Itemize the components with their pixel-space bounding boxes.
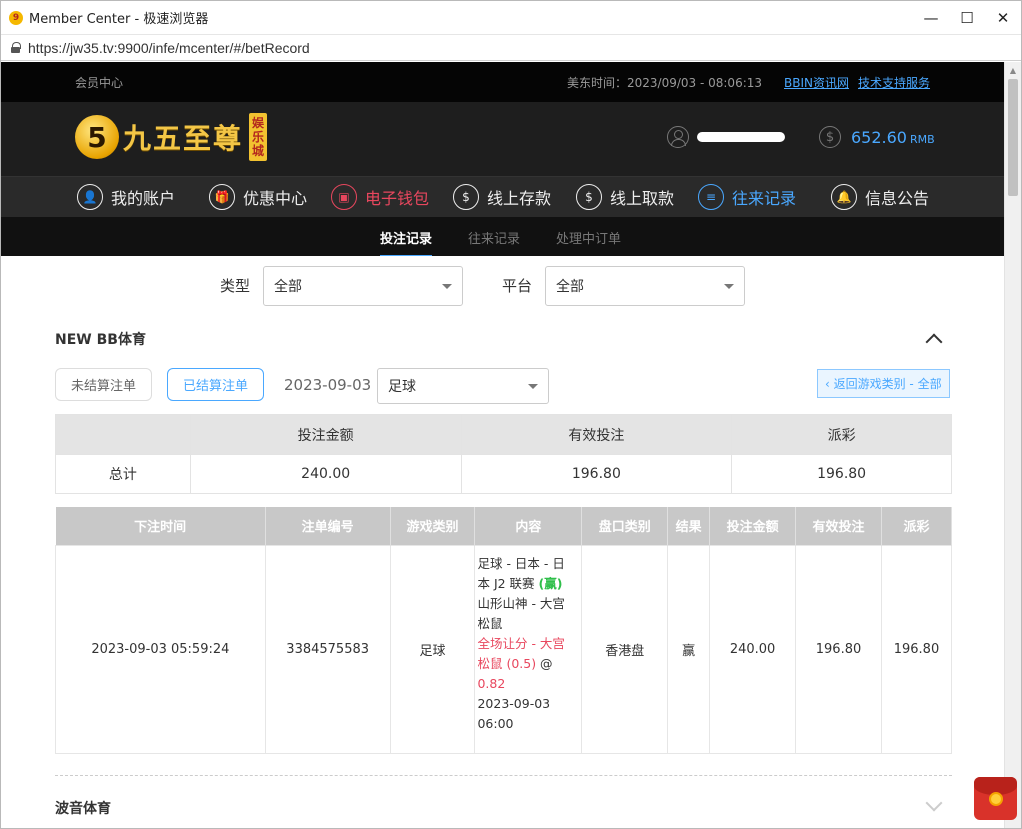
nav-online-withdraw[interactable]: $ 线上取款 <box>576 184 674 210</box>
minimize-button[interactable]: — <box>913 1 949 35</box>
user-icon <box>667 126 689 148</box>
nav-online-deposit[interactable]: $ 线上存款 <box>453 184 551 210</box>
nav-my-account[interactable]: 👤 我的账户 <box>77 184 175 210</box>
collapse-chevron-up-icon[interactable] <box>925 333 943 351</box>
logo-emblem-icon: 5 <box>75 115 119 159</box>
nav-transaction-records[interactable]: ≡ 往来记录 <box>698 184 796 210</box>
platform-select[interactable]: 全部 <box>545 266 745 306</box>
summary-total-row: 总计 240.00 196.80 196.80 <box>55 454 952 494</box>
user-icon: 👤 <box>77 184 103 210</box>
section-title-bo-sports: 波音体育 <box>55 801 111 817</box>
tab-transaction-records[interactable]: 往来记录 <box>468 228 520 247</box>
window-titlebar: 9 Member Center - 极速浏览器 — ☐ ✕ <box>1 1 1021 35</box>
section-title-new-bb-sports: NEW BB体育 <box>55 332 146 348</box>
nav-promotions[interactable]: 🎁 优惠中心 <box>209 184 307 210</box>
back-to-game-category-button[interactable]: ‹ 返回游戏类别 - 全部 <box>817 369 950 398</box>
tab-pending-orders[interactable]: 处理中订单 <box>556 228 621 247</box>
date-filter[interactable]: 2023-09-03 <box>284 376 371 394</box>
table-row: 2023-09-03 05:59:24 3384575583 足球 足球 - 日… <box>55 544 953 754</box>
tech-support-link[interactable]: 技术支持服务 <box>858 74 930 91</box>
lock-icon <box>11 42 21 53</box>
platform-label: 平台 <box>502 277 533 295</box>
site-header: 5 九五至尊 娱 乐 城 $ 652.60 RMB <box>1 102 1005 176</box>
logo-badge: 娱 乐 城 <box>249 113 268 161</box>
site-topbar: 会员中心 美东时间：2023/09/03 - 08:06:13 BBIN资讯网 … <box>1 62 1005 102</box>
sport-select[interactable]: 足球 <box>377 368 549 404</box>
eastern-time: 美东时间：2023/09/03 - 08:06:13 <box>567 75 763 90</box>
type-label: 类型 <box>220 277 251 295</box>
record-icon: ≡ <box>698 184 724 210</box>
deposit-icon: $ <box>453 184 479 210</box>
window-title: Member Center - 极速浏览器 <box>29 12 209 27</box>
coin-icon: $ <box>819 126 841 148</box>
nav-e-wallet[interactable]: ▣ 电子钱包 <box>331 184 429 210</box>
bbin-news-link[interactable]: BBIN资讯网 <box>784 74 849 91</box>
unsettled-bets-button[interactable]: 未结算注单 <box>55 368 152 401</box>
window-controls: — ☐ ✕ <box>913 1 1021 35</box>
bell-icon: 🔔 <box>831 184 857 210</box>
url-text[interactable]: https://jw35.tv:9900/infe/mcenter/#/betR… <box>28 40 310 56</box>
page-viewport: 会员中心 美东时间：2023/09/03 - 08:06:13 BBIN资讯网 … <box>1 62 1005 828</box>
scroll-thumb[interactable] <box>1008 79 1018 196</box>
nav-announcements[interactable]: 🔔 信息公告 <box>831 184 929 210</box>
member-center-label: 会员中心 <box>75 75 124 90</box>
red-envelope-icon[interactable] <box>974 777 1017 820</box>
wallet-icon: ▣ <box>331 184 357 210</box>
main-nav: 👤 我的账户 🎁 优惠中心 ▣ 电子钱包 $ 线上存款 $ 线上取款 ≡ 往来记 <box>1 176 1005 217</box>
settled-bets-button[interactable]: 已结算注单 <box>167 368 264 401</box>
gift-icon: 🎁 <box>209 184 235 210</box>
balance: 652.60 RMB <box>851 127 935 147</box>
close-button[interactable]: ✕ <box>985 1 1021 35</box>
address-bar[interactable]: https://jw35.tv:9900/infe/mcenter/#/betR… <box>1 35 1021 61</box>
logo-text: 九五至尊 <box>123 122 244 155</box>
user-area: $ 652.60 RMB <box>667 126 935 148</box>
bet-records-table: 下注时间 注单编号 游戏类别 内容 盘口类别 结果 投注金额 有效投注 派彩 2… <box>55 507 953 754</box>
withdraw-icon: $ <box>576 184 602 210</box>
site-logo[interactable]: 5 九五至尊 娱 乐 城 <box>75 113 268 161</box>
section-divider <box>55 775 952 776</box>
scroll-up-arrow-icon[interactable]: ▲ <box>1005 62 1021 79</box>
page-scrollbar[interactable]: ▲ <box>1004 62 1021 828</box>
chevron-down-icon <box>442 284 452 289</box>
username-redacted <box>697 132 785 142</box>
sub-nav: 投注记录 往来记录 处理中订单 <box>1 217 1005 258</box>
bet-content-cell: 足球 - 日本 - 日本 J2 联赛 (赢) 山形山神 - 大宫松鼠 全场让分 … <box>474 544 583 754</box>
type-select[interactable]: 全部 <box>263 266 463 306</box>
chevron-down-icon <box>528 384 538 389</box>
browser-window: 9 Member Center - 极速浏览器 — ☐ ✕ https://jw… <box>0 0 1022 829</box>
main-content: 类型 全部 平台 全部 NEW BB体育 未结算注单 已结算注单 2023-09… <box>1 256 1005 828</box>
chevron-down-icon <box>724 284 734 289</box>
summary-table: 投注金额 有效投注 派彩 总计 240.00 196.80 196.80 <box>55 414 952 494</box>
table-header-row: 下注时间 注单编号 游戏类别 内容 盘口类别 结果 投注金额 有效投注 派彩 <box>55 507 953 545</box>
maximize-button[interactable]: ☐ <box>949 1 985 35</box>
tab-bet-records[interactable]: 投注记录 <box>380 228 433 258</box>
app-icon: 9 <box>9 10 23 25</box>
expand-chevron-down-icon[interactable] <box>925 794 943 812</box>
